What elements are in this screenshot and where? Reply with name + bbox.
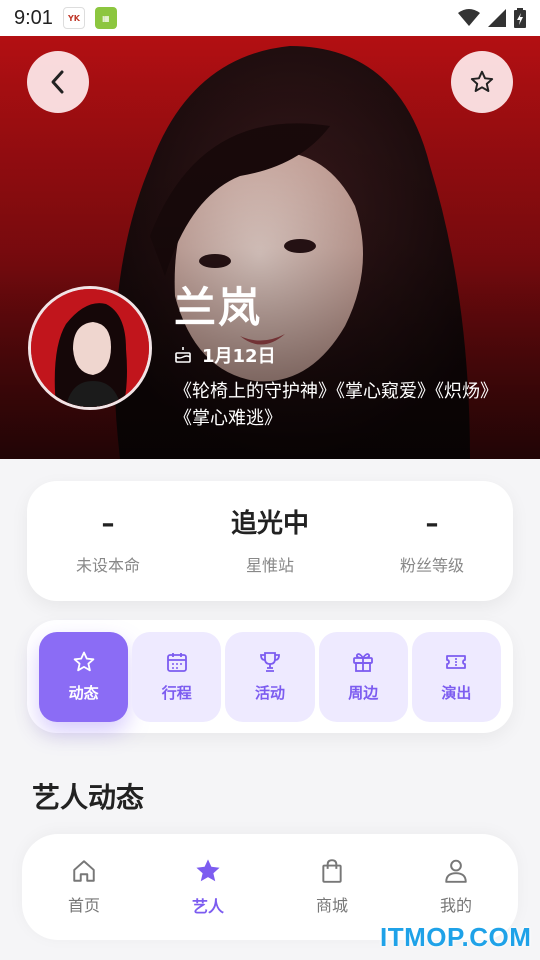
stat-value: – <box>425 509 439 539</box>
tab-schedule[interactable]: 行程 <box>132 631 222 722</box>
category-tabs: 动态 行程 活动 周边 演出 <box>27 620 513 733</box>
artist-avatar <box>28 286 152 410</box>
section-title: 艺人动态 <box>32 781 145 814</box>
tab-label: 动态 <box>68 684 99 702</box>
stat-label: 粉丝等级 <box>399 556 464 575</box>
signal-icon <box>488 9 506 27</box>
back-button[interactable] <box>27 51 89 113</box>
artist-name: 兰岚 <box>174 283 263 332</box>
home-icon <box>73 860 95 882</box>
artist-hero-banner: 兰岚 1月12日 《轮椅上的守护神》《掌心窥爱》《炽炀》《掌心难逃》 <box>0 36 540 459</box>
person-icon <box>445 859 467 883</box>
stat-label: 星惟站 <box>245 556 294 575</box>
stat-value: – <box>101 509 115 539</box>
stat-value: 追光中 <box>230 509 309 539</box>
tab-label: 行程 <box>161 684 192 702</box>
nav-home[interactable]: 首页 <box>22 858 146 916</box>
star-outline-icon <box>470 70 494 92</box>
chevron-left-icon <box>51 70 64 94</box>
ticket-icon <box>446 655 467 669</box>
battery-icon <box>514 8 526 28</box>
star-icon <box>196 859 220 882</box>
fan-stats-card: – 未设本命 追光中 星惟站 – 粉丝等级 <box>27 481 513 601</box>
cake-icon <box>175 347 191 363</box>
nav-label: 我的 <box>439 896 472 915</box>
nav-label: 首页 <box>67 896 100 915</box>
artist-works: 《轮椅上的守护神》《掌心窥爱》《炽炀》《掌心难逃》 <box>174 381 498 429</box>
tab-events[interactable]: 活动 <box>225 631 315 722</box>
tab-merch[interactable]: 周边 <box>318 631 408 722</box>
stat-label: 未设本命 <box>75 556 140 575</box>
stat-bias[interactable]: – 未设本命 <box>27 506 189 576</box>
stat-fan-station[interactable]: 追光中 星惟站 <box>189 506 351 576</box>
calendar-icon <box>166 653 187 672</box>
nav-label: 艺人 <box>191 897 224 916</box>
shopping-bag-icon <box>322 859 342 883</box>
status-bar: 9:01 YK ▦ <box>0 0 540 36</box>
status-time: 9:01 <box>14 6 53 29</box>
birthday-row: 1月12日 <box>174 342 276 368</box>
wifi-icon <box>458 9 480 26</box>
nav-label: 商城 <box>315 896 348 915</box>
tab-label: 周边 <box>348 684 379 702</box>
tab-label: 演出 <box>441 684 472 702</box>
trophy-icon <box>260 652 280 672</box>
favorite-button[interactable] <box>451 51 513 113</box>
yk-app-icon: YK <box>62 7 85 29</box>
tab-shows[interactable]: 演出 <box>411 631 502 722</box>
nav-artist[interactable]: 艺人 <box>146 857 270 917</box>
stat-fan-level[interactable]: – 粉丝等级 <box>351 506 513 576</box>
watermark: ITMOP.COM <box>380 922 532 952</box>
birthday-text: 1月12日 <box>202 346 276 367</box>
nav-me[interactable]: 我的 <box>394 858 518 916</box>
nav-shop[interactable]: 商城 <box>270 858 394 916</box>
green-app-icon: ▦ <box>94 7 117 29</box>
gift-icon <box>353 653 374 672</box>
star-icon <box>73 651 94 672</box>
tab-label: 活动 <box>255 684 286 702</box>
tab-feed[interactable]: 动态 <box>39 631 129 722</box>
